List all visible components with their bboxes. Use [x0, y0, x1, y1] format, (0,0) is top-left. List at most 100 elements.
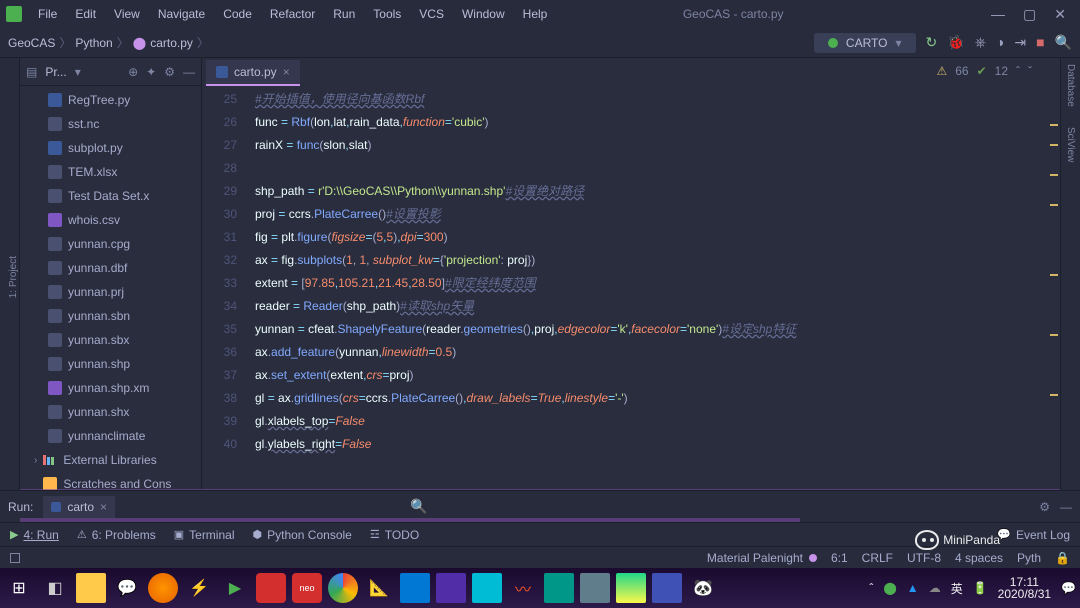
- matlab-icon[interactable]: 📐: [364, 573, 394, 603]
- pycharm-icon[interactable]: [616, 573, 646, 603]
- coverage-button[interactable]: ⎈: [975, 34, 986, 51]
- app-icon-7[interactable]: [544, 573, 574, 603]
- tree-file[interactable]: subplot.py: [20, 136, 201, 160]
- line-number[interactable]: 35: [202, 318, 237, 341]
- line-number[interactable]: 37: [202, 364, 237, 387]
- tree-file[interactable]: yunnanclimate: [20, 424, 201, 448]
- code-line[interactable]: gl = ax.gridlines(crs=ccrs.PlateCarree()…: [255, 387, 1060, 410]
- sidebar-tab-sciview[interactable]: SciView: [1065, 127, 1076, 162]
- expand-icon[interactable]: ✦: [146, 65, 156, 79]
- stop-button[interactable]: ■: [1036, 34, 1044, 51]
- line-number[interactable]: 30: [202, 203, 237, 226]
- hide-run-icon[interactable]: —: [1060, 500, 1072, 514]
- line-number[interactable]: 29: [202, 180, 237, 203]
- tree-file[interactable]: Test Data Set.x: [20, 184, 201, 208]
- breadcrumb-folder[interactable]: Python: [75, 36, 112, 50]
- app-icon-6[interactable]: 〰: [508, 573, 538, 603]
- chevron-down-icon[interactable]: ▾: [75, 65, 81, 79]
- code-line[interactable]: ax = fig.subplots(1, 1, subplot_kw={'pro…: [255, 249, 1060, 272]
- menu-navigate[interactable]: Navigate: [150, 3, 213, 25]
- system-tray[interactable]: ˆ ⬤ ▲ ☁ 英 🔋 17:11 2020/8/31 💬: [869, 576, 1076, 600]
- tree-file[interactable]: RegTree.py: [20, 88, 201, 112]
- code-area[interactable]: 25262728293031323334353637383940 #开始插值，使…: [202, 86, 1060, 490]
- target-icon[interactable]: ⊕: [128, 65, 138, 79]
- menu-file[interactable]: File: [30, 3, 65, 25]
- tab-carto[interactable]: carto.py ×: [206, 60, 300, 86]
- close-icon[interactable]: ✕: [1054, 6, 1066, 23]
- sidebar-tab-database[interactable]: Database: [1065, 64, 1076, 107]
- status-theme[interactable]: Material Palenight: [707, 551, 817, 565]
- code-line[interactable]: proj = ccrs.PlateCarree()#设置投影: [255, 203, 1060, 226]
- tray-notifications-icon[interactable]: 💬: [1061, 581, 1076, 595]
- tree-file[interactable]: sst.nc: [20, 112, 201, 136]
- settings-icon[interactable]: ⚙: [164, 65, 175, 79]
- debug-button[interactable]: 🐞: [947, 34, 964, 51]
- line-number[interactable]: 39: [202, 410, 237, 433]
- menu-refactor[interactable]: Refactor: [262, 3, 323, 25]
- tree-file[interactable]: yunnan.prj: [20, 280, 201, 304]
- chevron-down-icon[interactable]: ˇ: [1028, 64, 1032, 78]
- status-box-icon[interactable]: [10, 553, 20, 563]
- menu-vcs[interactable]: VCS: [411, 3, 452, 25]
- code-line[interactable]: func = Rbf(lon,lat,rain_data,function='c…: [255, 111, 1060, 134]
- tree-file[interactable]: yunnan.shx: [20, 400, 201, 424]
- status-position[interactable]: 6:1: [831, 551, 848, 565]
- line-number[interactable]: 34: [202, 295, 237, 318]
- tree-file[interactable]: yunnan.sbx: [20, 328, 201, 352]
- line-number[interactable]: 33: [202, 272, 237, 295]
- code-line[interactable]: #开始插值，使用径向基函数Rbf: [255, 88, 1060, 111]
- wechat-icon[interactable]: 💬: [112, 573, 142, 603]
- find-icon[interactable]: 🔍: [410, 498, 427, 515]
- minimize-icon[interactable]: —: [991, 6, 1005, 23]
- code-line[interactable]: gl.xlabels_top=False: [255, 410, 1060, 433]
- code-line[interactable]: gl.ylabels_right=False: [255, 433, 1060, 456]
- error-stripe[interactable]: [1050, 114, 1060, 490]
- inspection-widget[interactable]: ⚠66 ✔12 ˆ ˇ: [936, 64, 1032, 78]
- run-button[interactable]: ↻: [926, 34, 938, 51]
- sidebar-tab-project[interactable]: 1: Project: [8, 256, 19, 298]
- run-settings-icon[interactable]: ⚙: [1039, 500, 1050, 514]
- line-number[interactable]: 36: [202, 341, 237, 364]
- task-view-icon[interactable]: ◧: [40, 573, 70, 603]
- app-icon-5[interactable]: [472, 573, 502, 603]
- line-number[interactable]: 32: [202, 249, 237, 272]
- tab-todo[interactable]: ☲TODO: [370, 528, 419, 542]
- tree-file[interactable]: TEM.xlsx: [20, 160, 201, 184]
- tray-lang[interactable]: 英: [951, 580, 963, 597]
- code-line[interactable]: rainX = func(slon,slat): [255, 134, 1060, 157]
- tray-app-icon[interactable]: ▲: [907, 581, 919, 595]
- close-run-tab-icon[interactable]: ×: [100, 500, 107, 514]
- app-icon-3[interactable]: [400, 573, 430, 603]
- code-line[interactable]: yunnan = cfeat.ShapelyFeature(reader.geo…: [255, 318, 1060, 341]
- code-line[interactable]: reader = Reader(shp_path)#读取shp矢量: [255, 295, 1060, 318]
- firefox-icon[interactable]: [148, 573, 178, 603]
- tab-terminal[interactable]: ▣Terminal: [174, 528, 235, 542]
- code-line[interactable]: ax.set_extent(extent,crs=proj): [255, 364, 1060, 387]
- menu-tools[interactable]: Tools: [365, 3, 409, 25]
- panda-icon[interactable]: 🐼: [688, 573, 718, 603]
- status-eol[interactable]: CRLF: [862, 551, 893, 565]
- status-indent[interactable]: 4 spaces: [955, 551, 1003, 565]
- tree-file[interactable]: yunnan.sbn: [20, 304, 201, 328]
- line-number[interactable]: 26: [202, 111, 237, 134]
- lock-icon[interactable]: 🔒: [1055, 551, 1070, 565]
- status-encoding[interactable]: UTF-8: [907, 551, 941, 565]
- profile-button[interactable]: ◑: [996, 34, 1004, 51]
- line-number[interactable]: 40: [202, 433, 237, 456]
- play-store-icon[interactable]: ▶: [220, 573, 250, 603]
- code-line[interactable]: shp_path = r'D:\\GeoCAS\\Python\\yunnan.…: [255, 180, 1060, 203]
- line-number[interactable]: 28: [202, 157, 237, 180]
- app-icon-4[interactable]: [436, 573, 466, 603]
- line-number[interactable]: 25: [202, 88, 237, 111]
- chrome-icon[interactable]: [328, 573, 358, 603]
- tree-file[interactable]: yunnan.dbf: [20, 256, 201, 280]
- tree-file[interactable]: whois.csv: [20, 208, 201, 232]
- menu-code[interactable]: Code: [215, 3, 260, 25]
- project-dropdown[interactable]: Pr...: [45, 65, 66, 79]
- chevron-up-icon[interactable]: ˆ: [1016, 64, 1020, 78]
- tree-scratches[interactable]: ›Scratches and Cons: [20, 472, 201, 490]
- line-number[interactable]: 38: [202, 387, 237, 410]
- run-tab[interactable]: carto ×: [43, 496, 115, 518]
- hide-icon[interactable]: —: [183, 65, 195, 79]
- code-line[interactable]: ax.add_feature(yunnan,linewidth=0.5): [255, 341, 1060, 364]
